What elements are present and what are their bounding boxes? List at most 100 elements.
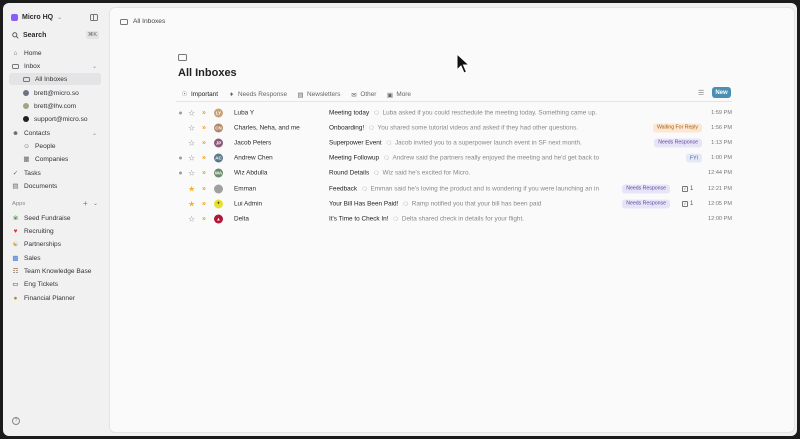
timestamp: 12:05 PM	[708, 200, 732, 207]
avatar: AC	[214, 153, 223, 163]
sender-name: Charles, Neha, and me	[234, 124, 300, 132]
task-count-value: 1	[690, 185, 694, 192]
avatar: ▲	[214, 214, 223, 224]
star-icon[interactable]: ☆	[188, 214, 195, 223]
message-row[interactable]: ★ » ✈ Lui Admin Your Bill Has Been Paid!Ramp…	[176, 196, 732, 211]
search-button[interactable]: Search ⌘K	[9, 29, 101, 41]
sidebar-item-tasks[interactable]: ✓ Tasks	[9, 167, 101, 179]
inbox-icon	[178, 54, 187, 61]
priority-icon: »	[202, 200, 206, 208]
message-row[interactable]: ★ » Emman FeedbackEmman said he's loving th…	[176, 181, 732, 196]
priority-icon: »	[202, 139, 206, 147]
message-summary: Meeting todayLuba asked if you could res…	[329, 109, 597, 116]
tab-newsletters[interactable]: ▤ Newsletters	[292, 87, 345, 102]
star-icon[interactable]: ☆	[188, 154, 195, 163]
chevron-down-icon: ⌄	[57, 15, 63, 21]
contacts-icon: ☻	[12, 129, 19, 137]
priority-icon: »	[202, 124, 206, 132]
help-icon[interactable]: ?	[12, 417, 20, 425]
sidebar-item-app[interactable]: ▭ Eng Tickets	[9, 278, 101, 290]
sidebar-item-label: Inbox	[24, 62, 41, 70]
sidebar-item-app[interactable]: ▩ Sales	[9, 252, 101, 264]
task-count[interactable]: ✓ 1	[682, 185, 694, 192]
sidebar-toggle-icon[interactable]	[90, 14, 98, 21]
sidebar-item-app[interactable]: ♥ Recruiting	[9, 225, 101, 237]
plus-icon[interactable]: +	[83, 199, 88, 208]
status-badge[interactable]: Needs Response	[654, 138, 702, 148]
money-bag-icon: ●	[13, 294, 18, 302]
book-icon: ☶	[12, 268, 19, 275]
avatar	[23, 90, 29, 96]
star-icon[interactable]: ★	[188, 184, 195, 193]
sidebar-item-label: support@micro.so	[34, 115, 88, 123]
star-icon[interactable]: ☆	[188, 169, 195, 178]
timestamp: 12:44 PM	[708, 170, 732, 177]
message-list: ☆ » LY Luba Y Meeting todayLuba asked if you…	[176, 105, 732, 227]
message-row[interactable]: ☆ » ▲ Delta It's Time to Check In!Delta shar…	[176, 211, 732, 226]
handshake-icon: ☯	[12, 241, 19, 248]
tab-important[interactable]: ☉ Important	[176, 87, 223, 102]
tab-needs-response[interactable]: ♦ Needs Response	[223, 87, 292, 102]
sidebar-item-label: Companies	[35, 155, 69, 163]
sender-name: Luba Y	[234, 109, 255, 117]
check-circle-icon: ✓	[12, 170, 19, 177]
sidebar-item-app[interactable]: ☶ Team Knowledge Base	[9, 265, 101, 277]
priority-icon: »	[202, 109, 206, 117]
message-row[interactable]: ☆ » AC Andrew Chen Meeting FollowupAndrew sa…	[176, 151, 732, 166]
preview: Andrew said the partners really enjoyed …	[379, 155, 599, 162]
mouse-cursor-icon	[456, 52, 471, 77]
sidebar-item-support[interactable]: support@micro.so	[9, 113, 101, 125]
tab-label: More	[396, 91, 411, 98]
status-badge[interactable]: Needs Response	[622, 184, 670, 194]
sidebar-item-app[interactable]: ☯ Partnerships	[9, 238, 101, 250]
star-icon[interactable]: ★	[188, 199, 195, 208]
sidebar-item-inbox[interactable]: Inbox ⌄	[9, 60, 101, 72]
tab-more[interactable]: ▣ More	[381, 87, 416, 102]
priority-icon: »	[202, 154, 206, 162]
tab-label: Needs Response	[238, 91, 288, 98]
mail-icon: ✉	[351, 91, 357, 99]
workspace-name: Micro HQ	[22, 14, 54, 21]
sidebar-item-home[interactable]: ⌂ Home	[9, 47, 101, 59]
sidebar-item-app[interactable]: ❀ Seed Fundraise	[9, 212, 101, 224]
person-icon: ☺	[23, 142, 30, 150]
tab-other[interactable]: ✉ Other	[345, 87, 381, 102]
priority-icon: »	[202, 185, 206, 193]
status-badge[interactable]: Waiting For Reply	[652, 123, 702, 133]
new-button[interactable]: New	[712, 87, 731, 98]
sidebar-item-brett-micro[interactable]: brett@micro.so	[9, 87, 101, 99]
chevron-down-icon[interactable]: ⌄	[93, 200, 98, 207]
star-icon[interactable]: ☆	[188, 108, 195, 117]
task-count[interactable]: ✓ 1	[682, 200, 693, 207]
avatar: ✈	[214, 199, 223, 209]
sidebar-item-label: brett@lhv.com	[34, 102, 77, 110]
preview: Luba asked if you could reschedule the m…	[369, 109, 597, 116]
sidebar-item-label: Home	[24, 49, 42, 57]
building-icon: ▦	[23, 156, 30, 163]
preview: Emman said he's loving the product and i…	[357, 185, 599, 192]
timestamp: 1:00 PM	[711, 155, 732, 162]
subject: Onboarding!	[329, 124, 365, 132]
star-icon[interactable]: ☆	[188, 123, 195, 132]
message-row[interactable]: ☆ » CN Charles, Neha, and me Onboarding!You …	[176, 120, 732, 135]
sidebar: Micro HQ ⌄ Search ⌘K ⌂ Home Inbox ⌄ All …	[3, 3, 107, 436]
message-summary: Meeting FollowupAndrew said the partners…	[329, 155, 599, 162]
star-icon[interactable]: ☆	[188, 138, 195, 147]
sidebar-item-people[interactable]: ☺ People	[9, 140, 101, 152]
message-row[interactable]: ☆ » WA Wiz Abdulla Round DetailsWiz said he'…	[176, 166, 732, 181]
sidebar-item-documents[interactable]: ▤ Documents	[9, 180, 101, 192]
sidebar-item-all-inboxes[interactable]: All Inboxes	[9, 73, 101, 85]
preview: Delta shared check in details for your f…	[388, 215, 524, 222]
sidebar-item-companies[interactable]: ▦ Companies	[9, 153, 101, 165]
message-row[interactable]: ☆ » LY Luba Y Meeting todayLuba asked if you…	[176, 105, 732, 120]
message-row[interactable]: ☆ » JP Jacob Peters Superpower EventJacob in…	[176, 135, 732, 150]
sidebar-item-contacts[interactable]: ☻ Contacts ⌄	[9, 127, 101, 139]
sender-name: Lui Admin	[234, 200, 263, 208]
status-badge[interactable]: Needs Response	[622, 199, 670, 209]
workspace-switcher[interactable]: Micro HQ ⌄	[11, 14, 62, 21]
sidebar-item-brett-lhv[interactable]: brett@lhv.com	[9, 100, 101, 112]
search-shortcut: ⌘K	[85, 31, 99, 39]
status-badge[interactable]: FYI	[685, 153, 702, 163]
sidebar-item-app[interactable]: ● Financial Planner	[9, 292, 101, 304]
filter-icon[interactable]: ☰	[698, 89, 704, 97]
